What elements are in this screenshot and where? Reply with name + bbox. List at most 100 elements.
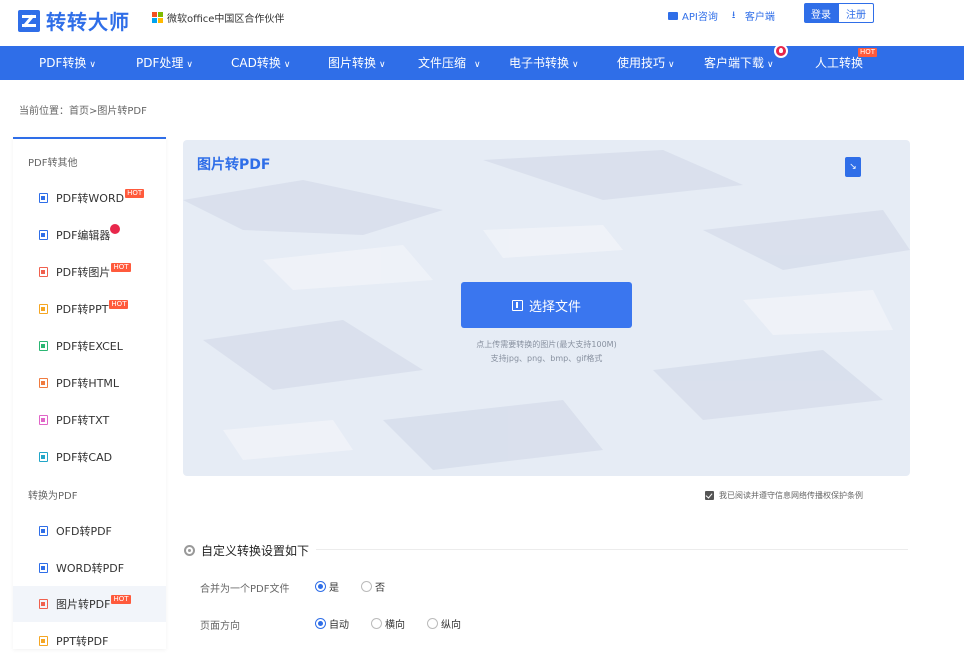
api-consult-link[interactable]: API咨询 <box>668 8 718 23</box>
nav-item-pdf-process[interactable]: PDF处理 ∨ <box>136 46 193 80</box>
sidebar-item-label: PDF转TXT <box>56 414 110 427</box>
merge-no-radio[interactable]: 否 <box>361 579 385 594</box>
breadcrumb: 当前位置：首页>图片转PDF <box>19 106 147 117</box>
checkbox-checked-icon <box>705 491 714 500</box>
editor-icon <box>39 230 48 240</box>
upload-hint-size: 点上传需要转换的图片(最大支持100M) <box>476 340 617 349</box>
sidebar-item-label: WORD转PDF <box>56 562 125 575</box>
txt-file-icon <box>39 415 48 425</box>
nav-item-ebook-convert[interactable]: 电子书转换 ∨ <box>509 46 579 80</box>
sidebar-group-to-pdf: 转换为PDF <box>28 491 78 502</box>
document-icon <box>39 193 48 203</box>
choose-file-button[interactable]: 选择文件 <box>461 282 632 328</box>
sidebar-item-pdf-to-image[interactable]: PDF转图片 HOT <box>13 254 166 290</box>
nav-label: 人工转换 <box>815 56 864 70</box>
excel-file-icon <box>39 341 48 351</box>
sidebar-item-label: PDF转图片 <box>56 266 111 279</box>
html-file-icon <box>39 378 48 388</box>
choose-file-label: 选择文件 <box>528 299 581 315</box>
upload-icon <box>511 299 523 311</box>
nav-item-client-download[interactable]: 客户端下载 ∨ <box>704 46 774 80</box>
sidebar-item-pdf-to-cad[interactable]: PDF转CAD <box>13 439 166 475</box>
nav-item-pdf-convert[interactable]: PDF转换 ∨ <box>39 46 96 80</box>
image-file-icon <box>39 599 48 609</box>
nav-label: 客户端下载 <box>704 56 765 70</box>
orientation-option-label: 页面方向 <box>200 621 240 632</box>
agreement-checkbox[interactable]: 我已阅读并遵守信息网络传播权保护条例 <box>705 490 863 501</box>
radio-unselected-icon <box>427 618 438 629</box>
sidebar: PDF转其他 PDF转WORD HOT PDF编辑器 PDF转图片 HOT PD… <box>13 137 166 649</box>
sidebar-item-label: PDF转WORD <box>56 192 125 205</box>
main-nav: PDF转换 ∨ PDF处理 ∨ CAD转换 ∨ 图片转换 ∨ 文件压缩 ∨ 电子书转换 ∨ … <box>0 44 964 80</box>
upload-panel[interactable]: 图片转PDF ↘ 选择文件 点上传需要转换的图片(最大支持100M) 支持jpg… <box>183 140 910 476</box>
hot-badge: HOT <box>125 188 145 198</box>
merge-option-label: 合并为一个PDF文件 <box>200 584 290 595</box>
api-link-label: API咨询 <box>682 12 718 23</box>
nav-item-cad-convert[interactable]: CAD转换 ∨ <box>231 46 290 80</box>
radio-label: 自动 <box>329 620 349 631</box>
logo-icon <box>18 9 40 32</box>
orientation-portrait-radio[interactable]: 纵向 <box>427 616 461 631</box>
chevron-down-icon: ∨ <box>379 60 386 70</box>
sidebar-item-pdf-to-ppt[interactable]: PDF转PPT HOT <box>13 291 166 327</box>
radio-selected-icon <box>315 581 326 592</box>
sidebar-item-label: PDF编辑器 <box>56 229 111 242</box>
upload-hint-formats: 支持jpg、png、bmp、gif格式 <box>490 354 603 363</box>
radio-label: 是 <box>329 583 339 594</box>
sidebar-item-label: PDF转CAD <box>56 451 113 464</box>
nav-item-file-compress[interactable]: 文件压缩 ∨ <box>418 46 481 80</box>
nav-item-tips[interactable]: 使用技巧 ∨ <box>617 46 675 80</box>
fire-icon <box>108 222 123 236</box>
chevron-down-icon: ∨ <box>186 60 193 70</box>
microsoft-icon <box>152 12 163 23</box>
sidebar-item-pdf-to-excel[interactable]: PDF转EXCEL <box>13 328 166 364</box>
client-link-label: 客户端 <box>744 12 775 23</box>
orientation-auto-radio[interactable]: 自动 <box>315 616 349 631</box>
settings-title-text: 自定义转换设置如下 <box>201 544 310 558</box>
auth-buttons: 登录 注册 <box>804 3 874 23</box>
chevron-down-icon: ∨ <box>767 60 774 70</box>
sidebar-item-ppt-to-pdf[interactable]: PPT转PDF <box>13 623 166 659</box>
login-button[interactable]: 登录 <box>804 3 838 23</box>
orientation-landscape-radio[interactable]: 横向 <box>371 616 405 631</box>
chevron-down-icon: ∨ <box>474 60 481 70</box>
corner-action-button[interactable]: ↘ <box>845 157 861 177</box>
gear-icon <box>184 545 195 556</box>
hot-badge: HOT <box>111 262 131 272</box>
nav-label: 电子书转换 <box>509 56 570 70</box>
top-links: API咨询 ⭳ 客户端 <box>668 8 789 23</box>
radio-selected-icon <box>315 618 326 629</box>
nav-label: 文件压缩 <box>418 56 467 70</box>
sidebar-item-label: PPT转PDF <box>56 635 109 648</box>
ppt-file-icon <box>39 636 48 646</box>
radio-label: 横向 <box>385 620 405 631</box>
chevron-down-icon: ∨ <box>283 60 291 70</box>
radio-label: 纵向 <box>441 620 461 631</box>
sidebar-item-pdf-to-html[interactable]: PDF转HTML <box>13 365 166 401</box>
sidebar-item-pdf-to-txt[interactable]: PDF转TXT <box>13 402 166 438</box>
nav-label: 图片转换 <box>328 56 377 70</box>
sidebar-item-label: 图片转PDF <box>56 598 111 611</box>
cad-file-icon <box>39 452 48 462</box>
client-link[interactable]: ⭳ 客户端 <box>732 8 775 23</box>
settings-title: 自定义转换设置如下 <box>184 542 309 559</box>
download-icon: ⭳ <box>731 9 736 21</box>
hot-badge: HOT <box>109 299 129 309</box>
sidebar-item-image-to-pdf[interactable]: 图片转PDF HOT <box>13 586 166 622</box>
logo-text: 转转大师 <box>46 10 130 34</box>
nav-label: PDF处理 <box>136 56 184 70</box>
sidebar-item-label: PDF转PPT <box>56 303 109 316</box>
register-button[interactable]: 注册 <box>838 3 874 23</box>
merge-yes-radio[interactable]: 是 <box>315 579 339 594</box>
radio-unselected-icon <box>371 618 382 629</box>
nav-item-image-convert[interactable]: 图片转换 ∨ <box>328 46 386 80</box>
sidebar-item-pdf-to-word[interactable]: PDF转WORD HOT <box>13 180 166 216</box>
nav-item-manual-convert[interactable]: 人工转换 <box>815 46 863 80</box>
sidebar-item-label: PDF转EXCEL <box>56 340 123 353</box>
sidebar-item-word-to-pdf[interactable]: WORD转PDF <box>13 550 166 586</box>
sidebar-item-ofd-to-pdf[interactable]: OFD转PDF <box>13 513 166 549</box>
sidebar-item-pdf-editor[interactable]: PDF编辑器 <box>13 217 166 253</box>
hot-badge: HOT <box>858 48 878 57</box>
site-logo[interactable]: 转转大师 <box>18 6 130 35</box>
chevron-down-icon: ∨ <box>572 60 579 70</box>
